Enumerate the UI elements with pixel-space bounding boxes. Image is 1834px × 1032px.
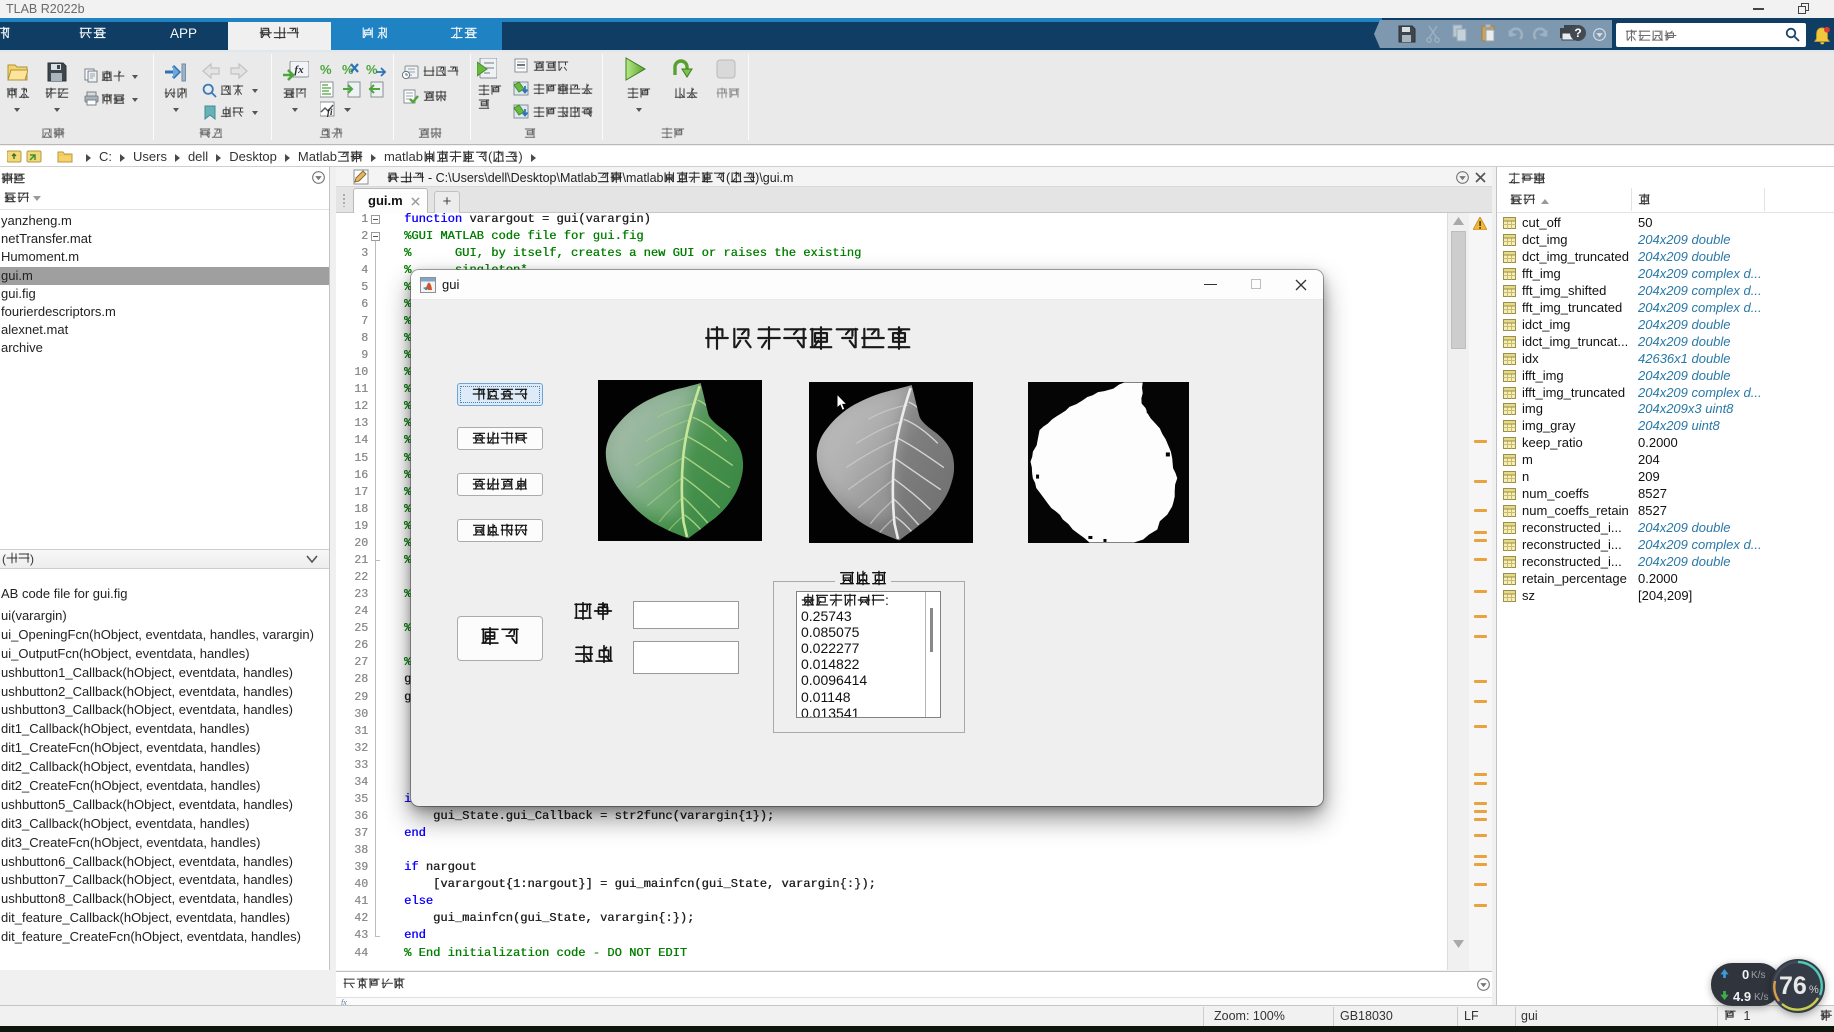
svg-text:%: % xyxy=(366,62,378,77)
svg-text:fx: fx xyxy=(294,64,304,76)
svg-text:?: ? xyxy=(1574,26,1581,40)
svg-text:fi: fi xyxy=(327,107,333,117)
svg-text:%: % xyxy=(320,62,332,77)
